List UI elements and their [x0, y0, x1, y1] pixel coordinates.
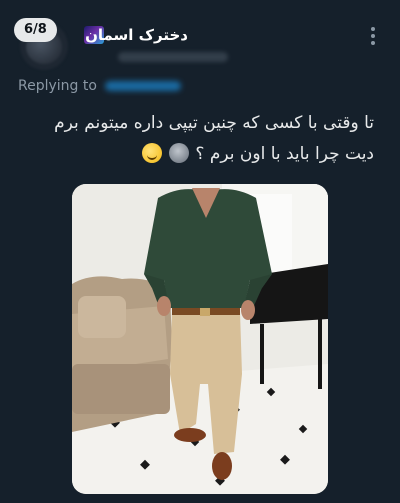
tweet-photo[interactable]	[72, 184, 328, 494]
tweet-header: 6/8 دخترک اسمان	[0, 0, 400, 80]
new-moon-face-emoji-icon	[169, 143, 189, 163]
tweet-text-line-2: دیت چرا باید با اون برم ؟	[14, 139, 374, 170]
thread-counter-badge: 6/8	[14, 18, 57, 42]
blurred-mention-link[interactable]	[105, 81, 182, 91]
replying-to: Replying to	[18, 78, 182, 94]
tweet-text: تا وقتی با کسی که چنین تیپی داره میتونم …	[14, 108, 374, 170]
display-name[interactable]: دخترک اسمان	[85, 26, 188, 44]
tweet-text-line-1: تا وقتی با کسی که چنین تیپی داره میتونم …	[54, 113, 374, 133]
replying-label: Replying to	[18, 78, 97, 94]
more-vertical-icon[interactable]	[370, 27, 376, 47]
blurred-handle	[118, 52, 228, 62]
display-name-text: دخترک اسمان	[85, 26, 188, 44]
tweet-text-line-2-text: دیت چرا باید با اون برم ؟	[195, 144, 374, 164]
grinning-sweat-emoji-icon	[141, 143, 162, 163]
photo-illustration	[72, 184, 328, 494]
